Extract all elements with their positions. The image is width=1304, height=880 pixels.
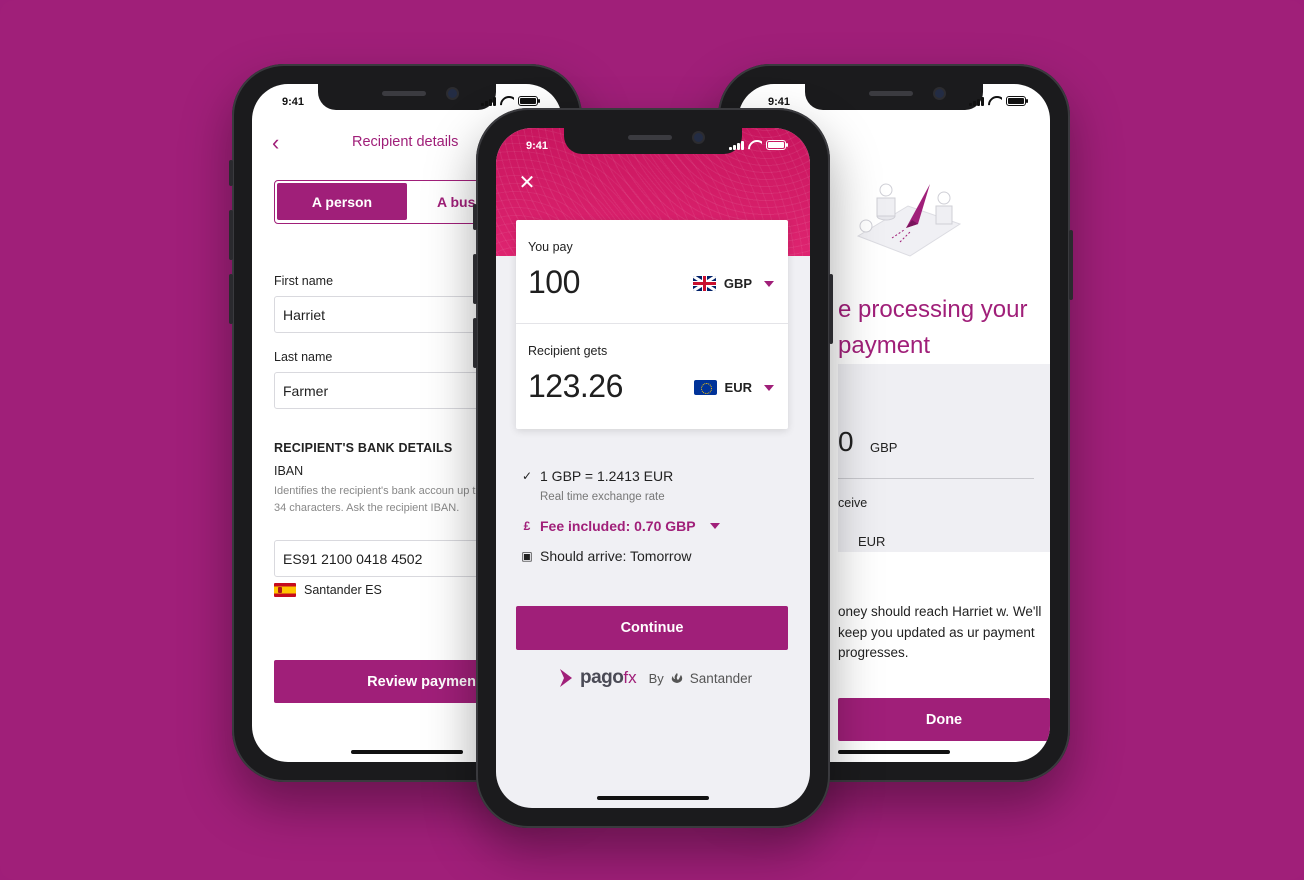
spain-flag-icon <box>274 583 296 597</box>
status-icons <box>729 140 788 150</box>
pagofx-logo-icon <box>560 669 572 687</box>
iban-help-text: Identifies the recipient's bank accoun u… <box>274 485 482 514</box>
recipient-gets-amount[interactable]: 123.26 <box>528 368 623 405</box>
brand-by: By <box>648 670 664 686</box>
home-indicator <box>838 750 950 754</box>
processing-title: e processing your payment <box>838 296 1028 359</box>
fee-text: Fee included: 0.70 GBP <box>540 518 696 534</box>
notch <box>805 84 983 110</box>
check-icon: ✓ <box>521 469 533 483</box>
you-pay-amount[interactable]: 100 <box>528 264 580 301</box>
close-icon[interactable]: ✕ <box>516 172 538 194</box>
wifi-icon <box>748 140 762 150</box>
page-title: Recipient details <box>352 134 459 150</box>
you-pay-currency-select[interactable]: GBP <box>692 276 774 291</box>
bank-name: Santander ES <box>304 583 382 597</box>
summary-divider <box>838 478 1034 479</box>
home-indicator <box>351 750 463 754</box>
exchange-rate-note: Real time exchange rate <box>540 491 665 503</box>
chevron-down-icon <box>764 280 774 287</box>
status-icons <box>969 96 1028 106</box>
uk-flag-icon <box>692 276 716 291</box>
done-button[interactable]: Done <box>838 698 1050 741</box>
summary-amount: 0 <box>838 426 854 457</box>
signal-icon <box>481 97 496 106</box>
santander-flame-icon <box>671 673 682 683</box>
eu-flag-icon <box>693 380 717 395</box>
payment-sent-illustration-icon <box>856 183 962 257</box>
summary-currency-eur: EUR <box>858 534 886 549</box>
send-money-screen: 9:41 ✕ You pay 100 GBP Recipient gets 12… <box>496 128 810 808</box>
brand-santander: Santander <box>689 670 753 686</box>
chevron-down-icon <box>764 384 774 391</box>
exchange-rate: 1 GBP = 1.2413 EUR <box>540 468 674 484</box>
marketing-stage: 9:41 ‹ Recipient details A person A bus … <box>0 0 1304 880</box>
iban-label: IBAN <box>274 464 304 478</box>
home-indicator <box>597 796 709 800</box>
back-chevron-icon[interactable]: ‹ <box>272 130 279 156</box>
battery-icon <box>518 96 540 106</box>
exchange-rate-row: ✓ 1 GBP = 1.2413 EUR <box>520 468 673 484</box>
signal-icon <box>729 141 744 150</box>
conversion-card: You pay 100 GBP Recipient gets 123.26 EU… <box>516 220 788 429</box>
card-divider <box>516 323 788 324</box>
status-icons <box>481 96 540 106</box>
bank-identified: Santander ES <box>274 583 382 597</box>
recipient-gets-currency-select[interactable]: EUR <box>693 380 774 395</box>
signal-icon <box>969 97 984 106</box>
payment-summary-card <box>838 364 1050 552</box>
first-name-label: First name <box>274 274 334 288</box>
phone-send-money: 9:41 ✕ You pay 100 GBP Recipient gets 12… <box>473 108 833 828</box>
status-time: 9:41 <box>526 140 549 152</box>
brand-pago: pago <box>580 667 624 688</box>
calendar-icon: ▣ <box>521 549 533 563</box>
summary-currency-gbp: GBP <box>870 440 898 455</box>
segment-person[interactable]: A person <box>277 183 407 220</box>
you-pay-currency: GBP <box>723 276 752 291</box>
bank-details-heading: RECIPIENT'S BANK DETAILS <box>274 441 453 455</box>
processing-info-text: oney should reach Harriet w. We'll keep … <box>838 604 1042 660</box>
recipient-gets-currency: EUR <box>724 380 752 395</box>
battery-icon <box>1006 96 1028 106</box>
brand-footer: pago fx By Santander <box>558 667 752 689</box>
notch <box>564 128 742 154</box>
fee-row[interactable]: £ Fee included: 0.70 GBP <box>520 518 720 534</box>
battery-icon <box>766 140 788 150</box>
recipient-gets-label: Recipient gets <box>528 344 608 358</box>
status-time: 9:41 <box>768 96 791 108</box>
brand-fx: fx <box>623 668 637 687</box>
continue-button[interactable]: Continue <box>516 606 788 650</box>
arrival-row: ▣ Should arrive: Tomorrow <box>520 548 691 564</box>
pound-coin-icon: £ <box>523 519 531 533</box>
summary-receive-label: ceive <box>838 496 868 510</box>
wifi-icon <box>500 96 514 106</box>
last-name-label: Last name <box>274 350 333 364</box>
chevron-down-icon <box>709 523 720 529</box>
arrival-text: Should arrive: Tomorrow <box>540 548 692 564</box>
segment-business[interactable]: A bus <box>407 183 475 220</box>
notch <box>318 84 496 110</box>
status-time: 9:41 <box>282 96 305 108</box>
wifi-icon <box>988 96 1002 106</box>
you-pay-label: You pay <box>528 240 573 254</box>
